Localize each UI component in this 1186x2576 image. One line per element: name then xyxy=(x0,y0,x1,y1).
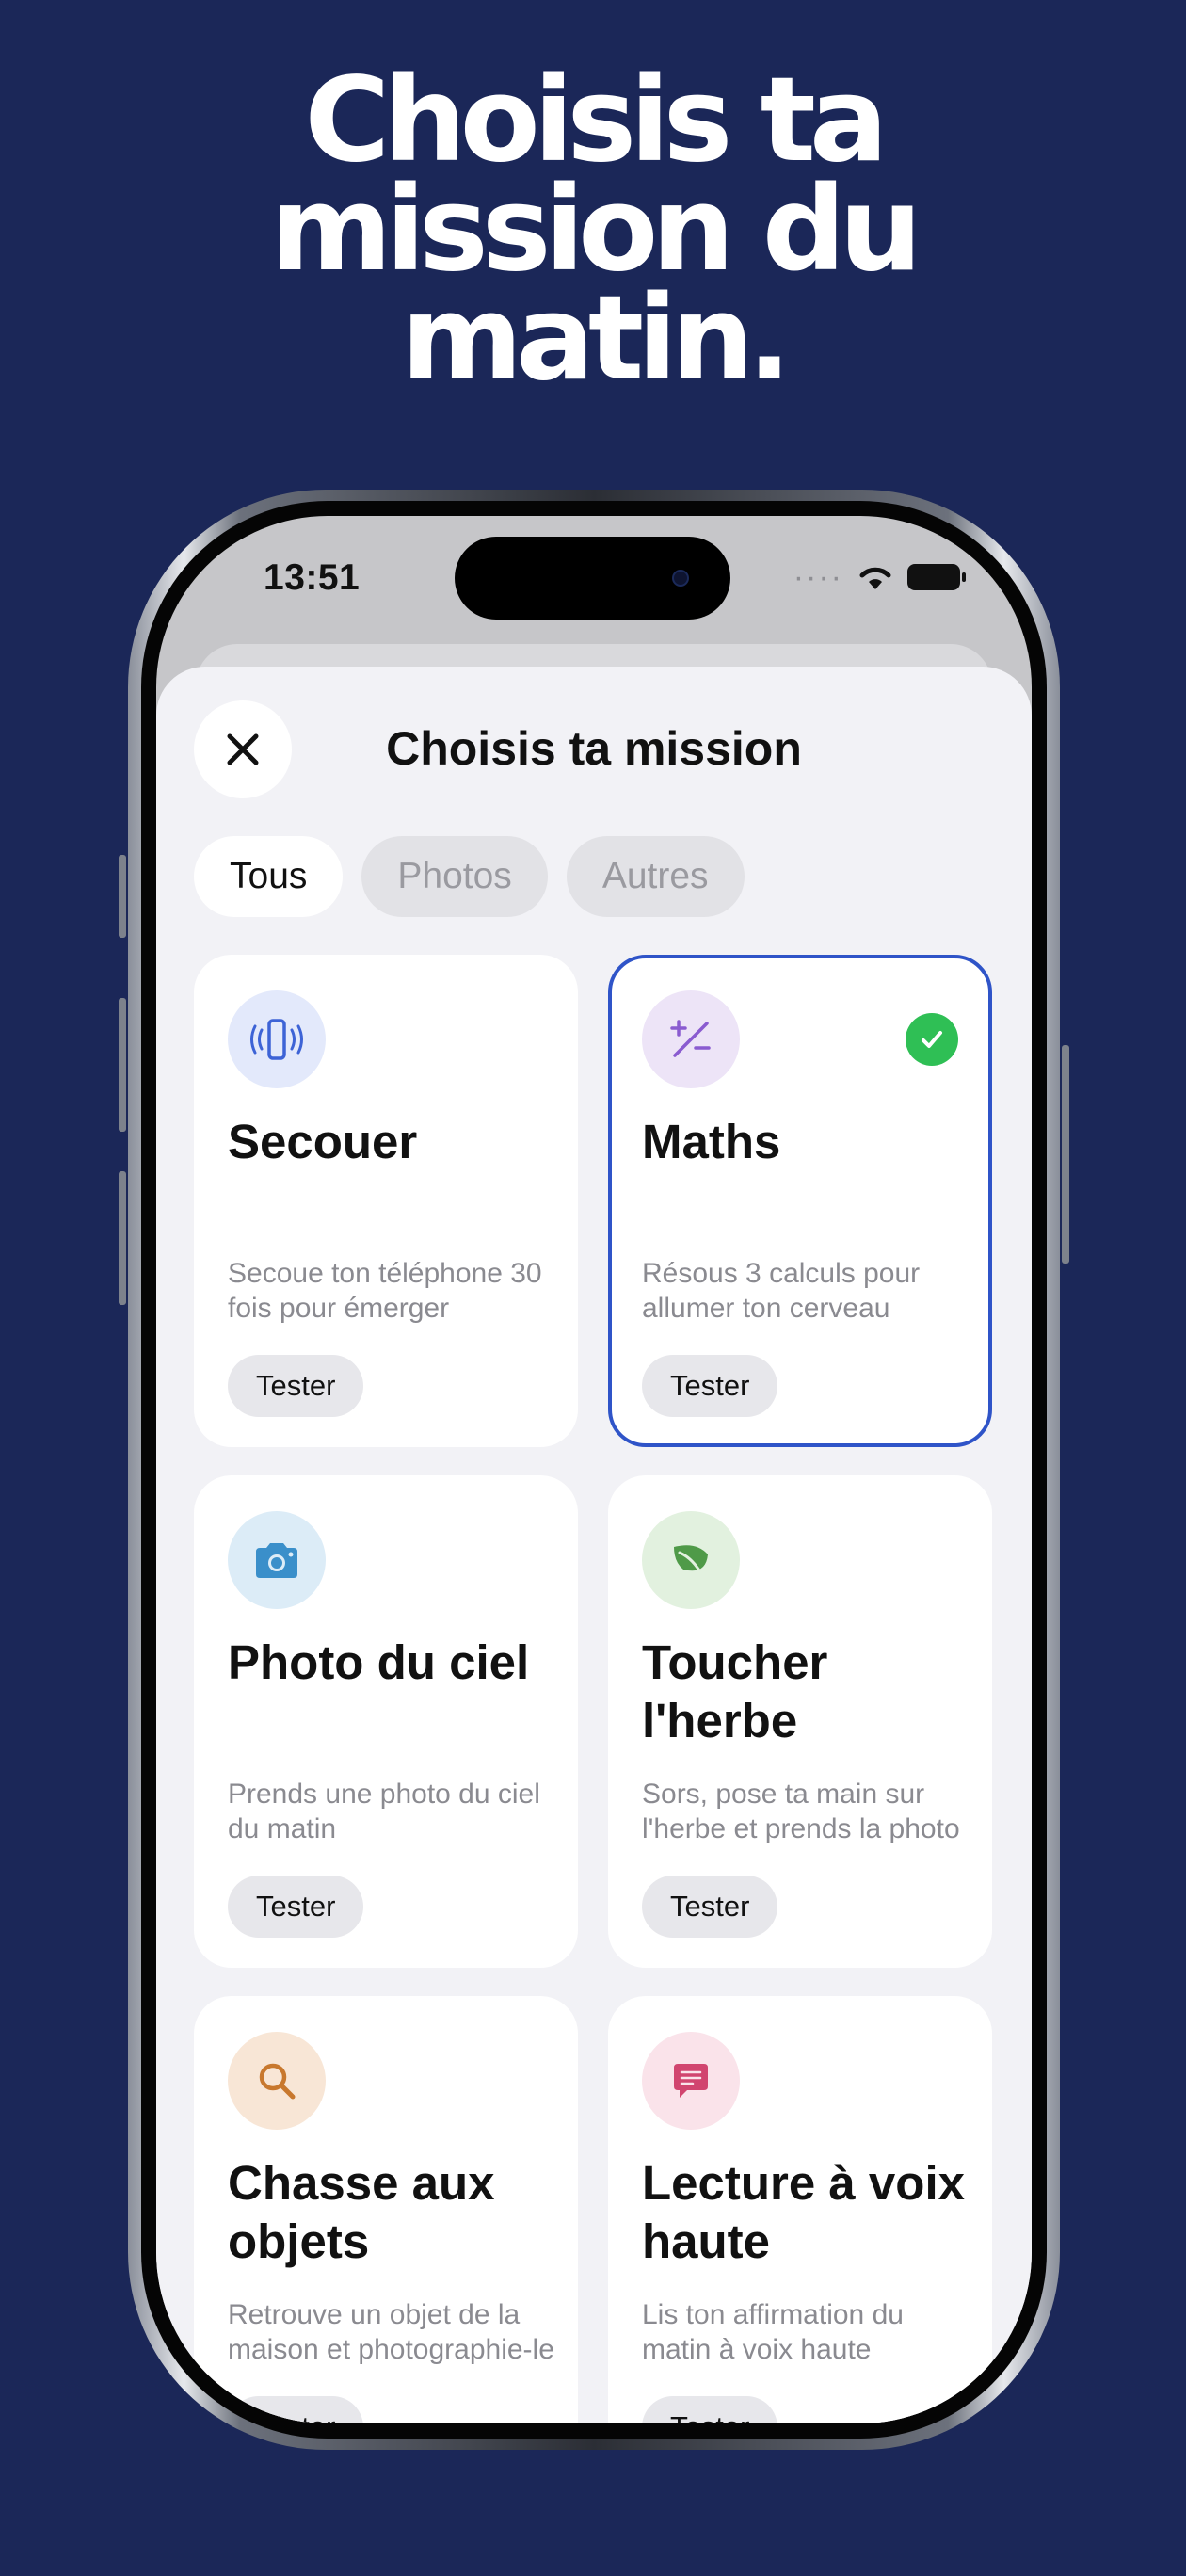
mission-card-lecture-a-voix-haute[interactable]: Lecture à voix haute Lis ton affirmation… xyxy=(608,1996,992,2423)
phone-volume-up xyxy=(119,998,126,1132)
filter-tabs: Tous Photos Autres xyxy=(194,836,745,917)
mission-title: Lecture à voix haute xyxy=(642,2156,965,2268)
test-button[interactable]: Tester xyxy=(642,1355,778,1417)
mission-grid: Secouer Secoue ton téléphone 30 fois pou… xyxy=(194,955,994,2423)
mission-sheet: Choisis ta mission Tous Photos Autres Se… xyxy=(156,667,1032,2423)
plus-minus-icon xyxy=(642,990,740,1088)
mission-title: Toucher l'herbe xyxy=(642,1635,828,1747)
selected-check-icon xyxy=(906,1013,958,1066)
phone-action-button xyxy=(119,855,126,938)
tab-photos[interactable]: Photos xyxy=(361,836,548,917)
mission-description: Prends une photo du ciel du matin xyxy=(228,1779,540,1844)
mission-description: Secoue ton téléphone 30 fois pour émerge… xyxy=(228,1258,542,1324)
mission-description: Retrouve un objet de la maison et photog… xyxy=(228,2299,554,2365)
phone-shake-icon xyxy=(228,990,326,1088)
tab-tous[interactable]: Tous xyxy=(194,836,344,917)
tab-autres[interactable]: Autres xyxy=(566,836,745,917)
headline-line-1: Choisis ta xyxy=(304,53,888,188)
magnifier-icon xyxy=(228,2032,326,2130)
mission-card-secouer[interactable]: Secouer Secoue ton téléphone 30 fois pou… xyxy=(194,955,578,1447)
status-icons: ···· xyxy=(793,559,966,595)
headline-line-2: mission du xyxy=(270,162,922,298)
mission-title: Chasse aux objets xyxy=(228,2156,495,2268)
mission-card-photo-du-ciel[interactable]: Photo du ciel Prends une photo du ciel d… xyxy=(194,1475,578,1968)
wifi-icon xyxy=(859,567,891,589)
camera-lens-icon xyxy=(672,570,689,587)
phone-side-button xyxy=(1062,1045,1069,1264)
test-button[interactable]: Tester xyxy=(642,2396,778,2423)
mission-title: Maths xyxy=(642,1115,781,1168)
phone-volume-down xyxy=(119,1171,126,1305)
camera-icon xyxy=(228,1511,326,1609)
test-button[interactable]: Tester xyxy=(228,1355,364,1417)
mission-card-maths[interactable]: Maths Résous 3 calculs pour allumer ton … xyxy=(608,955,992,1447)
status-time: 13:51 xyxy=(264,557,361,598)
mission-card-chasse-aux-objets[interactable]: Chasse aux objets Retrouve un objet de l… xyxy=(194,1996,578,2423)
mission-description: Résous 3 calculs pour allumer ton cervea… xyxy=(642,1258,921,1324)
test-button[interactable]: Tester xyxy=(228,1876,364,1938)
mission-description: Sors, pose ta main sur l'herbe et prends… xyxy=(642,1779,960,1844)
mission-title: Photo du ciel xyxy=(228,1635,530,1689)
headline-line-3: matin. xyxy=(400,271,792,407)
mission-title: Secouer xyxy=(228,1115,418,1168)
mission-description: Lis ton affirmation du matin à voix haut… xyxy=(642,2299,904,2365)
headline: Choisis ta mission du matin. xyxy=(0,53,1186,407)
battery-icon xyxy=(907,564,966,590)
test-button[interactable]: Tester xyxy=(228,2396,364,2423)
sheet-title: Choisis ta mission xyxy=(386,722,802,775)
signal-dots-icon: ···· xyxy=(793,559,843,595)
leaf-icon xyxy=(642,1511,740,1609)
dynamic-island xyxy=(455,537,730,620)
mission-card-toucher-l-herbe[interactable]: Toucher l'herbe Sors, pose ta main sur l… xyxy=(608,1475,992,1968)
phone-screen: 13:51 ···· Choisis ta mission Tous Photo… xyxy=(156,516,1032,2423)
speech-bubble-icon xyxy=(642,2032,740,2130)
test-button[interactable]: Tester xyxy=(642,1876,778,1938)
